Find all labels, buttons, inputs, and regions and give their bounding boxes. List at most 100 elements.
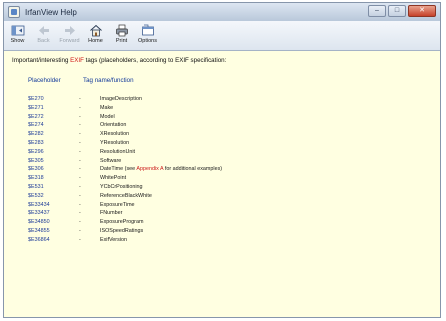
tag-cell: DateTime (see Appendix A for additional … <box>100 165 222 174</box>
help-content: Important/interesting EXIF tags (placeho… <box>4 51 440 317</box>
dash-cell: - <box>79 166 81 173</box>
placeholder-cell: $E34855 <box>28 227 50 234</box>
placeholder-cell: $E34850 <box>28 219 50 226</box>
placeholder-cell: $E318 <box>28 175 44 182</box>
show-icon <box>11 25 24 36</box>
placeholder-cell: $E296 <box>28 148 44 155</box>
placeholder-cell: $E305 <box>28 157 44 164</box>
table-row: $E305 - Software <box>12 157 432 166</box>
print-button[interactable]: Print <box>110 21 133 44</box>
tag-cell: ReferenceBlackWhite <box>100 192 152 199</box>
back-arrow-icon <box>38 26 49 35</box>
exif-tag-list: $E270 - ImageDescription $E271 - Make $E272 -… <box>12 95 432 245</box>
tag-cell: Orientation <box>100 122 127 129</box>
intro-suffix: tags (placeholders, according to EXIF sp… <box>85 57 227 64</box>
table-row: $E306 - DateTime (see Appendix A for addit… <box>12 165 432 174</box>
print-label: Print <box>115 38 128 44</box>
dash-cell: - <box>79 236 81 243</box>
forward-button[interactable]: Forward <box>58 21 81 44</box>
dash-cell: - <box>79 96 81 102</box>
intro-text: Important/interesting EXIF tags (placeho… <box>12 57 432 64</box>
table-row: $E33437 - FNumber <box>12 209 432 218</box>
tag-cell: XResolution <box>100 131 130 138</box>
placeholder-cell: $E271 <box>28 104 44 111</box>
table-row: $E272 - Model <box>12 113 432 122</box>
dash-cell: - <box>79 183 81 190</box>
home-icon <box>89 24 102 37</box>
options-button[interactable]: Options <box>136 21 159 44</box>
table-row: $E34850 - ExposureProgram <box>12 218 432 227</box>
dash-cell: - <box>79 175 81 182</box>
table-row: $E274 - Orientation <box>12 121 432 130</box>
tagname-column-header: Tag name/function <box>83 77 134 84</box>
dash-cell: - <box>79 104 81 111</box>
placeholder-column-header: Placeholder <box>28 77 61 84</box>
table-row: $E34855 - ISOSpeedRatings <box>12 227 432 236</box>
window-controls: – □ ✕ <box>368 5 436 17</box>
placeholder-cell: $E270 <box>28 96 44 102</box>
dash-cell: - <box>79 192 81 199</box>
table-row: $E532 - ReferenceBlackWhite <box>12 192 432 201</box>
show-button[interactable]: Show <box>6 21 29 44</box>
print-icon <box>115 24 128 37</box>
minimize-icon[interactable]: – <box>368 5 386 17</box>
placeholder-cell: $E274 <box>28 122 44 129</box>
dash-cell: - <box>79 139 81 146</box>
tag-cell: ExposureTime <box>100 201 135 208</box>
options-label: Options <box>138 38 157 44</box>
table-row: $E318 - WhitePoint <box>12 174 432 183</box>
placeholder-cell: $E36864 <box>28 236 50 243</box>
close-icon[interactable]: ✕ <box>408 5 436 17</box>
show-label: Show <box>10 38 25 44</box>
home-button[interactable]: Home <box>84 21 107 44</box>
options-icon <box>141 24 154 36</box>
back-button[interactable]: Back <box>32 21 55 44</box>
tag-text: DateTime (see <box>100 166 136 173</box>
back-label: Back <box>37 38 50 44</box>
intro-prefix: Important/interesting <box>12 57 69 64</box>
dash-cell: - <box>79 219 81 226</box>
forward-arrow-icon <box>64 26 75 35</box>
help-window: IrfanView Help – □ ✕ Show Back Forward H… <box>3 2 441 318</box>
placeholder-cell: $E531 <box>28 183 44 190</box>
table-row: $E36864 - ExifVersion <box>12 236 432 245</box>
table-header: Placeholder Tag name/function <box>12 77 432 84</box>
tag-cell: FNumber <box>100 210 123 217</box>
dash-cell: - <box>79 210 81 217</box>
tag-cell: WhitePoint <box>100 175 127 182</box>
placeholder-cell: $E272 <box>28 113 44 120</box>
tag-text-after: for additional examples) <box>164 166 223 173</box>
placeholder-cell: $E33434 <box>28 201 50 208</box>
table-row: $E271 - Make <box>12 104 432 113</box>
maximize-icon[interactable]: □ <box>388 5 406 17</box>
tag-cell: Make <box>100 104 114 111</box>
table-row: $E282 - XResolution <box>12 130 432 139</box>
table-row: $E270 - ImageDescription <box>12 95 432 104</box>
appendix-a-link[interactable]: Appendix A <box>136 166 163 172</box>
tag-cell: Model <box>100 113 115 120</box>
tag-cell: ImageDescription <box>100 96 142 102</box>
home-label: Home <box>88 38 103 44</box>
tag-cell: Software <box>100 157 122 164</box>
tag-cell: ISOSpeedRatings <box>100 227 144 234</box>
table-row: $E531 - YCbCrPositioning <box>12 183 432 192</box>
table-row: $E283 - YResolution <box>12 139 432 148</box>
dash-cell: - <box>79 122 81 129</box>
forward-label: Forward <box>59 38 80 44</box>
placeholder-cell: $E283 <box>28 139 44 146</box>
title-bar[interactable]: IrfanView Help – □ ✕ <box>4 3 440 21</box>
dash-cell: - <box>79 131 81 138</box>
dash-cell: - <box>79 201 81 208</box>
dash-cell: - <box>79 227 81 234</box>
tag-cell: ExposureProgram <box>100 219 144 226</box>
tag-cell: YResolution <box>100 139 130 146</box>
placeholder-cell: $E306 <box>28 166 44 173</box>
help-app-icon <box>8 6 20 18</box>
exif-highlight: EXIF <box>70 57 84 64</box>
dash-cell: - <box>79 148 81 155</box>
tag-cell: YCbCrPositioning <box>100 183 143 190</box>
tag-cell: ResolutionUnit <box>100 148 136 155</box>
placeholder-cell: $E33437 <box>28 210 50 217</box>
dash-cell: - <box>79 113 81 120</box>
help-toolbar: Show Back Forward Home Print Options <box>4 21 440 51</box>
